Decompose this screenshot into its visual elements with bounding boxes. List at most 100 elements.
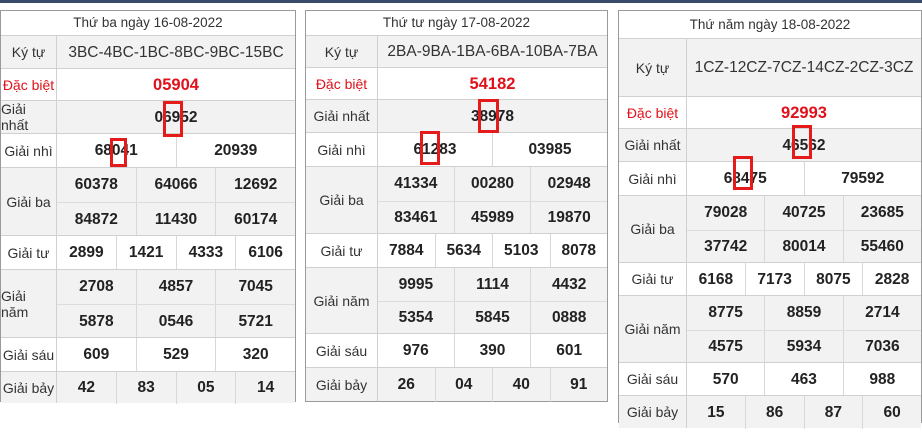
prize-row-giai-nhat: Giải nhất 06952 [1, 100, 295, 133]
prize-number: 87 [803, 396, 863, 429]
prize-number: 83 [115, 372, 176, 404]
prize-number: 80014 [764, 230, 842, 263]
prize-label: Giải năm [619, 296, 687, 362]
prize-number: 5354 [398, 309, 434, 326]
prize-number: 45989 [453, 201, 531, 234]
prize-label: Giải bảy [619, 396, 687, 428]
prize-number: 5103 [492, 234, 550, 268]
prize-number: 609 [83, 346, 110, 363]
highlight-box [163, 101, 183, 137]
prize-row-dac-biet: Đặc biệt 92993 [619, 96, 921, 128]
prize-label: Giải ba [619, 196, 687, 262]
prize-number: 1421 [115, 236, 176, 270]
prize-row-giai-tu: Giải tư 7884 5634 5103 8078 [306, 233, 607, 268]
prize-number: 2828 [862, 263, 921, 296]
highlight-box [420, 131, 440, 165]
prize-row-giai-nam: Giải năm 2708 4857 7045 5878 0546 5721 [1, 269, 295, 338]
ticket-code: 3BC-4BC-1BC-8BC-9BC-15BC [68, 43, 284, 61]
prize-row-giai-bay: Giải bảy 26 04 40 91 [306, 367, 607, 402]
prize-number: 04 [434, 368, 493, 402]
prize-number: 8859 [764, 296, 842, 330]
prize-number: 2714 [842, 296, 921, 330]
prize-number: 5934 [764, 330, 842, 363]
prize-number: 529 [135, 338, 216, 372]
prize-number: 20939 [175, 134, 296, 168]
prize-row-giai-nam: Giải năm 8775 8859 2714 4575 5934 7036 [619, 295, 921, 363]
prize-number: 0888 [530, 302, 607, 334]
highlight-box [792, 125, 812, 159]
prize-number: 2708 [79, 278, 114, 295]
prize-number: 15 [707, 403, 725, 421]
prize-number: 79592 [803, 162, 922, 196]
prize-number: 2899 [69, 244, 104, 261]
prize-number: 9995 [398, 275, 434, 293]
prize-number: 23685 [842, 196, 921, 230]
prize-number: 4857 [135, 270, 216, 304]
prize-row-ky-tu: Ký tự 2BA-9BA-1BA-6BA-10BA-7BA [306, 35, 607, 67]
prize-number: 11430 [135, 203, 216, 236]
prize-label: Ký tự [306, 36, 378, 67]
result-panel-wednesday: Thứ tư ngày 17-08-2022 Ký tự 2BA-9BA-1BA-6… [305, 10, 608, 402]
prize-label: Giải sáu [619, 363, 687, 395]
prize-number: 19870 [530, 201, 607, 234]
panel-title: Thứ tư ngày 17-08-2022 [382, 15, 531, 30]
prize-label: Giải nhì [619, 162, 687, 195]
prize-number: 41334 [394, 174, 438, 192]
prize-number: 79028 [704, 203, 748, 221]
prize-row-giai-sau: Giải sáu 609 529 320 [1, 337, 295, 372]
prize-number: 55460 [842, 230, 921, 263]
prize-number: 60 [862, 396, 921, 429]
prize-number: 976 [402, 342, 429, 359]
prize-number: 7036 [842, 330, 921, 363]
prize-row-giai-sau: Giải sáu 570 463 988 [619, 362, 921, 396]
prize-number: 40 [492, 368, 550, 402]
prize-number: 14 [235, 372, 295, 404]
prize-row-ky-tu: Ký tự 3BC-4BC-1BC-8BC-9BC-15BC [1, 35, 295, 68]
prize-row-giai-nhi: Giải nhì 61283 03985 [306, 132, 607, 167]
prize-number: 40725 [764, 196, 842, 230]
prize-number: 05 [175, 372, 236, 404]
prize-row-giai-nhi: Giải nhì 68041 20939 [1, 133, 296, 168]
result-panel-tuesday: Thứ ba ngày 16-08-2022 Ký tự 3BC-4BC-1BC-8… [0, 10, 296, 404]
prize-label: Giải bảy [306, 368, 378, 401]
prize-number: 42 [77, 379, 95, 396]
highlight-box [478, 99, 499, 133]
prize-number: 988 [842, 363, 921, 396]
prize-number: 03985 [492, 133, 607, 167]
prize-number: 463 [764, 363, 842, 396]
prize-row-giai-ba: Giải ba 41334 00280 02948 83461 45989 19870 [306, 166, 607, 234]
prize-label: Giải ba [1, 168, 57, 235]
prize-row-giai-tu: Giải tư 6168 7173 8075 2828 [619, 262, 921, 296]
prize-number: 4432 [530, 268, 607, 301]
prize-number: 64066 [135, 168, 216, 202]
prize-label: Giải nhì [1, 134, 57, 167]
prize-label: Đặc biệt [1, 69, 57, 100]
panel-title: Thứ năm ngày 18-08-2022 [689, 17, 851, 32]
prize-number: 7884 [389, 242, 424, 259]
prize-number: 02948 [530, 167, 607, 201]
prize-label: Giải bảy [1, 372, 57, 403]
prize-number: 5634 [434, 234, 493, 268]
prize-row-giai-ba: Giải ba 79028 40725 23685 37742 80014 55460 [619, 195, 921, 263]
prize-row-giai-nhi: Giải nhì 68475 79592 [619, 161, 922, 196]
prize-number: 8775 [708, 303, 743, 321]
prize-number: 84872 [74, 210, 118, 228]
prize-label: Đặc biệt [619, 97, 687, 128]
prize-number: 00280 [453, 167, 531, 201]
prize-label: Ký tự [619, 39, 687, 96]
prize-row-giai-bay: Giải bảy 15 86 87 60 [619, 395, 921, 429]
highlight-box [733, 156, 753, 190]
prize-row-giai-nam: Giải năm 9995 1114 4432 5354 5845 0888 [306, 267, 607, 334]
prize-number: 12692 [215, 168, 295, 202]
result-panel-thursday: Thứ năm ngày 18-08-2022 Ký tự 1CZ-12CZ-7CZ… [618, 10, 922, 429]
prize-number: 4575 [708, 337, 743, 355]
prize-number: 0546 [135, 305, 216, 338]
prize-row-giai-nhat: Giải nhất 38978 [306, 99, 607, 132]
prize-number: 320 [215, 338, 295, 372]
prize-number: 60378 [74, 176, 118, 193]
prize-label: Giải tư [1, 236, 57, 269]
panel-title: Thứ ba ngày 16-08-2022 [73, 15, 223, 30]
prize-row-ky-tu: Ký tự 1CZ-12CZ-7CZ-14CZ-2CZ-3CZ [619, 38, 921, 96]
prize-number: 5721 [215, 305, 295, 338]
prize-row-giai-bay: Giải bảy 42 83 05 14 [1, 371, 295, 404]
